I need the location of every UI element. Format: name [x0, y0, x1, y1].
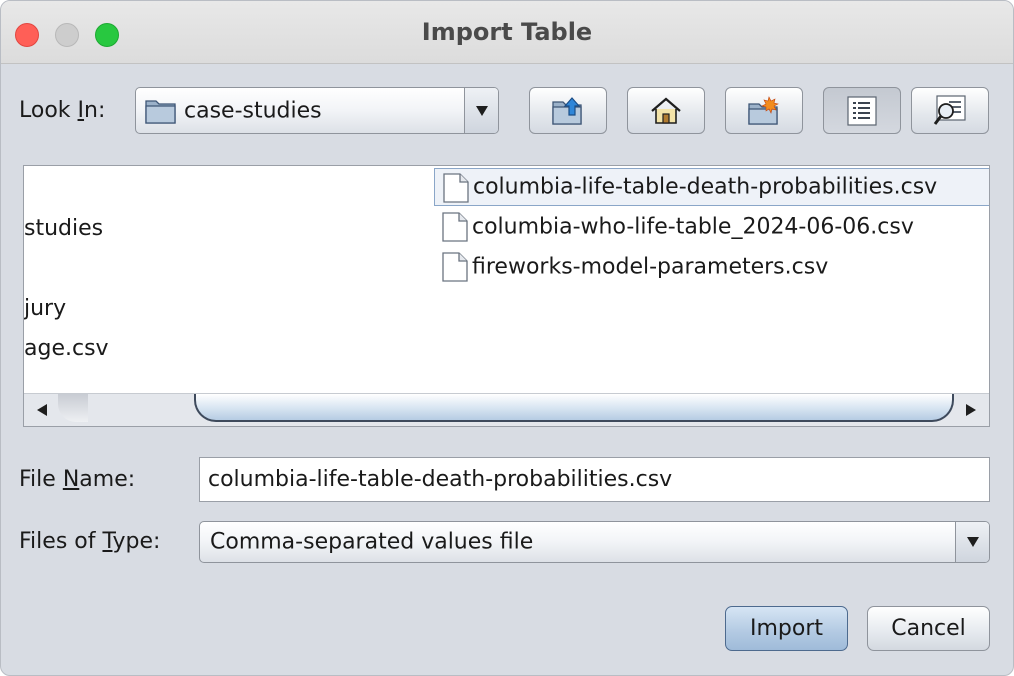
file-name-input[interactable]: [199, 457, 990, 502]
look-in-dropdown-arrow[interactable]: [464, 88, 498, 133]
horizontal-scrollbar[interactable]: [24, 393, 989, 426]
list-item[interactable]: fireworks-model-parameters.csv: [434, 248, 989, 286]
list-item[interactable]: columbia-who-life-table_2024-06-06.csv: [434, 208, 989, 246]
file-list[interactable]: studies jury age.csv columbia-life-table…: [23, 165, 990, 427]
file-icon: [442, 252, 468, 286]
scroll-right-button[interactable]: [955, 394, 987, 426]
look-in-value: case-studies: [184, 98, 322, 123]
up-one-level-button[interactable]: [529, 87, 607, 134]
scroll-left-button[interactable]: [26, 394, 58, 426]
title-bar: Import Table: [1, 1, 1013, 64]
cancel-button[interactable]: Cancel: [867, 606, 990, 651]
home-button[interactable]: [627, 87, 705, 134]
import-button[interactable]: Import: [725, 606, 848, 651]
scroll-thumb[interactable]: [194, 394, 954, 422]
look-in-label: Look In:: [19, 98, 106, 123]
look-in-combo[interactable]: case-studies: [135, 87, 499, 134]
details-view-button[interactable]: [911, 87, 989, 134]
files-of-type-label: Files of Type:: [19, 529, 161, 554]
scroll-track: [58, 394, 88, 422]
file-icon: [443, 173, 469, 207]
list-item[interactable]: jury: [24, 296, 66, 321]
file-name: columbia-life-table-death-probabilities.…: [473, 174, 938, 200]
window-title: Import Table: [421, 18, 593, 46]
list-item[interactable]: age.csv: [24, 336, 109, 361]
new-folder-button[interactable]: [725, 87, 803, 134]
files-of-type-dropdown-arrow[interactable]: [955, 522, 989, 562]
import-table-dialog: Import Table Look In: case-studies studi…: [0, 0, 1014, 676]
file-name: fireworks-model-parameters.csv: [472, 254, 829, 280]
list-item[interactable]: studies: [24, 216, 103, 241]
folder-icon: [145, 97, 177, 129]
file-icon: [442, 212, 468, 246]
files-of-type-value: Comma-separated values file: [210, 529, 534, 555]
list-view-button[interactable]: [823, 87, 901, 134]
list-item-selected[interactable]: columbia-life-table-death-probabilities.…: [434, 168, 989, 207]
file-name: columbia-who-life-table_2024-06-06.csv: [472, 214, 914, 240]
file-name-label: File Name:: [19, 467, 136, 492]
files-of-type-combo[interactable]: Comma-separated values file: [199, 521, 990, 563]
